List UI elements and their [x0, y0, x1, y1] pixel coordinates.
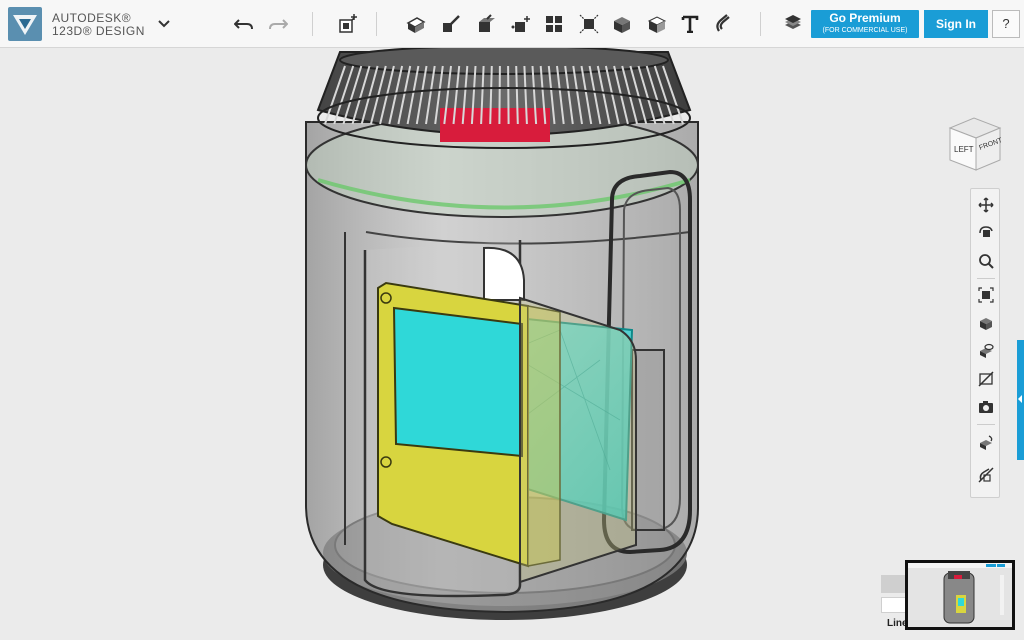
minimap-thumbnail[interactable]: [905, 560, 1015, 630]
brand-name: AUTODESK®: [52, 11, 132, 25]
redo-icon[interactable]: [264, 10, 292, 38]
inner-panel: [519, 296, 637, 584]
help-button[interactable]: ?: [992, 10, 1020, 38]
top-toolbar: AUTODESK® 123D® DESIGN Go Premium (FOR C…: [0, 0, 1024, 48]
sign-in-button[interactable]: Sign In: [924, 10, 988, 38]
view-cube[interactable]: LEFT FRONT: [944, 114, 1004, 172]
material-icon[interactable]: [643, 10, 671, 38]
autodesk-logo: [8, 7, 42, 41]
go-premium-label: Go Premium: [829, 11, 901, 25]
measure-icon[interactable]: [608, 10, 636, 38]
pattern-icon[interactable]: [507, 10, 535, 38]
modify-icon[interactable]: [472, 10, 500, 38]
viewcube-left-label: LEFT: [954, 145, 974, 154]
pan-icon[interactable]: [975, 194, 997, 216]
construct-icon[interactable]: [437, 10, 465, 38]
product-name: 123D® DESIGN: [52, 24, 145, 38]
undo-icon[interactable]: [230, 10, 258, 38]
snap-icon[interactable]: [710, 10, 738, 38]
navbar-divider: [977, 424, 995, 425]
grouping-icon[interactable]: [540, 10, 568, 38]
3d-viewport[interactable]: LEFT FRONT: [0, 48, 1024, 640]
hide-mesh-icon[interactable]: [975, 464, 997, 486]
right-panel-toggle[interactable]: [1017, 340, 1024, 460]
navbar-divider: [977, 278, 995, 279]
app-menu-chevron-down-icon[interactable]: [155, 14, 173, 34]
screenshot-icon[interactable]: [975, 396, 997, 418]
color-swatch-gray[interactable]: [881, 575, 907, 593]
toolbar-divider: [312, 12, 313, 36]
visibility-icon[interactable]: [975, 340, 997, 362]
color-swatch-white[interactable]: [881, 597, 907, 613]
toolbar-divider: [760, 12, 761, 36]
text-icon[interactable]: [676, 10, 704, 38]
go-premium-button[interactable]: Go Premium (FOR COMMERCIAL USE): [811, 10, 919, 38]
zoom-icon[interactable]: [975, 250, 997, 272]
fit-icon[interactable]: [975, 284, 997, 306]
primitives-icon[interactable]: [334, 10, 362, 38]
toolbar-divider: [376, 12, 377, 36]
orbit-icon[interactable]: [975, 222, 997, 244]
material-toggle-icon[interactable]: [975, 432, 997, 454]
views-icon[interactable]: [975, 312, 997, 334]
combine-icon[interactable]: [575, 10, 603, 38]
navigation-bar: [970, 188, 1000, 498]
chevron-left-icon: [1018, 395, 1022, 403]
material-stack-icon[interactable]: [779, 10, 807, 38]
go-premium-sublabel: (FOR COMMERCIAL USE): [822, 27, 908, 34]
model-scene[interactable]: [0, 48, 1024, 640]
sketch-icon[interactable]: [402, 10, 430, 38]
hide-sketch-icon[interactable]: [975, 368, 997, 390]
